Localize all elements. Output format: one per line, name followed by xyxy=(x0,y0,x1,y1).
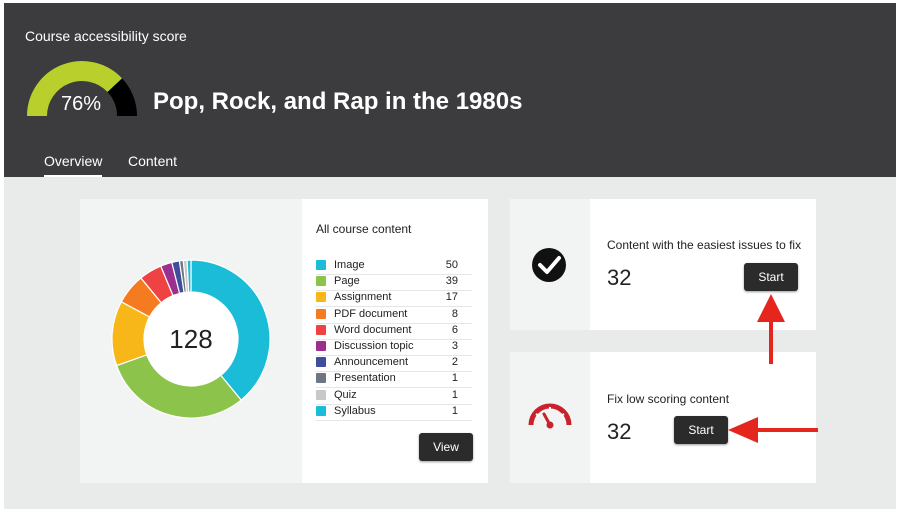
legend-swatch xyxy=(316,324,326,335)
content-type-row: Word document 6 xyxy=(316,323,472,340)
course-title: Pop, Rock, and Rap in the 1980s xyxy=(153,88,523,115)
low-score-icon-panel xyxy=(510,352,590,483)
content-type-count: 1 xyxy=(451,388,458,401)
easy-fix-title: Content with the easiest issues to fix xyxy=(607,238,802,252)
content-type-row: Image 50 xyxy=(316,258,472,275)
legend-swatch xyxy=(316,373,326,384)
content-type-row: Assignment 17 xyxy=(316,290,472,308)
annotation-arrow-left xyxy=(728,417,818,443)
content-type-count: 8 xyxy=(451,307,458,320)
legend-swatch xyxy=(316,357,326,368)
content-type-label: Image xyxy=(334,259,365,271)
content-type-label: PDF document xyxy=(334,307,408,320)
content-donut-panel: 128 xyxy=(80,199,302,483)
content-type-row: Syllabus 1 xyxy=(316,404,472,421)
legend-swatch xyxy=(316,276,326,287)
content-type-count: 1 xyxy=(451,404,458,417)
easy-fix-start-button[interactable]: Start xyxy=(744,263,798,291)
check-circle-icon xyxy=(532,248,566,282)
content-type-row: Presentation 1 xyxy=(316,371,472,389)
content-type-count: 2 xyxy=(451,356,458,369)
low-score-count: 32 xyxy=(607,419,632,444)
content-type-row: Discussion topic 3 xyxy=(316,339,472,356)
content-type-label: Announcement xyxy=(334,356,408,369)
content-type-count: 17 xyxy=(445,291,458,304)
score-value: 76% xyxy=(60,93,102,115)
content-type-label: Word document xyxy=(334,323,412,336)
low-score-start-button[interactable]: Start xyxy=(674,416,728,444)
content-donut-chart: 128 xyxy=(111,259,271,419)
content-list-title: All course content xyxy=(316,222,412,236)
annotation-arrow-up xyxy=(757,294,785,364)
legend-swatch xyxy=(316,292,326,303)
content-type-label: Syllabus xyxy=(334,404,376,417)
content-type-count: 50 xyxy=(445,259,458,271)
content-type-row: Quiz 1 xyxy=(316,388,472,405)
legend-swatch xyxy=(316,389,326,400)
legend-swatch xyxy=(316,341,326,351)
content-type-row: PDF document 8 xyxy=(316,307,472,324)
tab-content[interactable]: Content xyxy=(128,153,177,169)
legend-swatch xyxy=(316,260,326,270)
content-type-label: Assignment xyxy=(334,291,392,304)
content-type-label: Page xyxy=(334,275,360,288)
course-header: Course accessibility score 76% Pop, Rock… xyxy=(4,3,896,179)
legend-swatch xyxy=(316,308,326,319)
low-score-title: Fix low scoring content xyxy=(607,392,730,406)
score-label: Course accessibility score xyxy=(25,28,187,44)
content-type-row: Announcement 2 xyxy=(316,355,472,373)
content-type-row: Page 39 xyxy=(316,274,472,292)
content-type-label: Quiz xyxy=(334,388,357,401)
tab-overview[interactable]: Overview xyxy=(44,153,103,179)
view-button[interactable]: View xyxy=(419,433,473,461)
content-type-label: Discussion topic xyxy=(334,340,414,352)
content-type-count: 39 xyxy=(445,275,458,288)
content-type-label: Presentation xyxy=(334,372,396,385)
speedometer-icon xyxy=(528,403,572,429)
content-type-count: 6 xyxy=(451,323,458,336)
legend-swatch xyxy=(316,405,326,416)
content-type-count: 1 xyxy=(451,372,458,385)
easy-fix-count: 32 xyxy=(607,265,632,290)
total-count: 128 xyxy=(169,324,212,354)
easy-fix-icon-panel xyxy=(510,199,590,330)
content-type-count: 3 xyxy=(451,340,458,352)
